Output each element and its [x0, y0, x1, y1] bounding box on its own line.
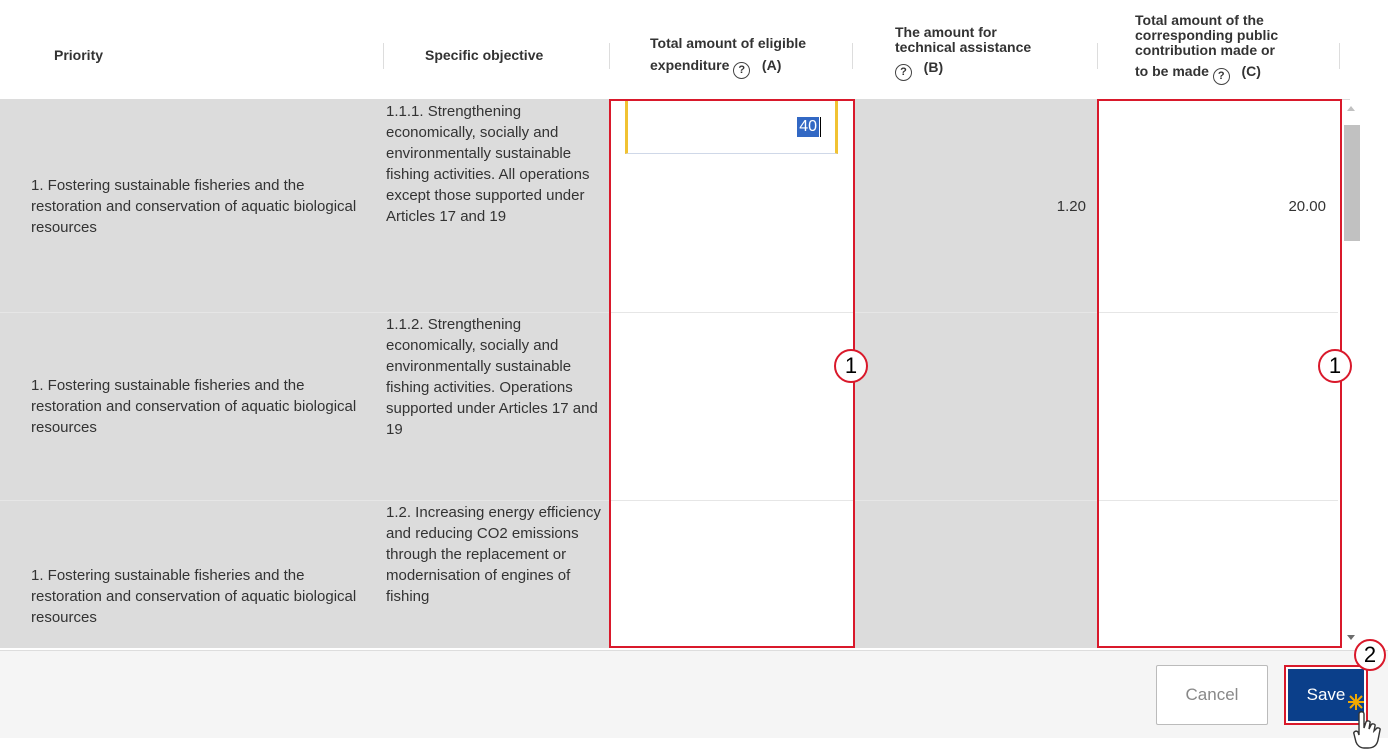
eligible-expenditure-cell[interactable] [610, 501, 853, 648]
column-separator [383, 43, 384, 69]
help-icon[interactable]: ? [733, 61, 751, 79]
help-icon[interactable]: ? [1212, 68, 1230, 85]
column-separator [852, 43, 853, 69]
table-header: Priority Specific objective Total amount… [0, 10, 1350, 100]
priority-cell: 1. Fostering sustainable fisheries and t… [0, 100, 379, 312]
callout-marker: 1 [834, 349, 868, 383]
column-separator [1339, 43, 1340, 69]
priority-cell: 1. Fostering sustainable fisheries and t… [0, 501, 379, 648]
eligible-expenditure-input[interactable]: 40 [625, 100, 838, 154]
cancel-button[interactable]: Cancel [1156, 665, 1268, 725]
eligible-expenditure-cell[interactable] [610, 313, 853, 500]
scroll-up-arrow-icon[interactable] [1347, 106, 1355, 111]
table-body: 1. Fostering sustainable fisheries and t… [0, 100, 1338, 648]
header-eligible-expenditure: Total amount of eligible expenditure ? (… [650, 10, 850, 100]
priority-cell: 1. Fostering sustainable fisheries and t… [0, 313, 379, 500]
table-row: 1. Fostering sustainable fisheries and t… [0, 501, 1338, 648]
text-caret [820, 116, 821, 137]
hand-cursor-icon [1348, 694, 1381, 749]
public-contribution-cell[interactable] [1098, 313, 1338, 500]
public-contribution-cell[interactable]: 20.00 [1098, 100, 1338, 312]
table-row: 1. Fostering sustainable fisheries and t… [0, 313, 1338, 501]
header-public-contribution: Total amount of the corresponding public… [1135, 10, 1335, 100]
callout-marker: 1 [1318, 349, 1352, 383]
specific-objective-cell: 1.1.1. Strengthening economically, socia… [379, 100, 610, 312]
technical-assistance-cell: 1.20 [853, 100, 1098, 312]
scroll-down-arrow-icon[interactable] [1347, 635, 1355, 640]
header-priority: Priority [54, 46, 104, 63]
callout-marker: 2 [1354, 639, 1386, 671]
header-technical-assistance: The amount for technical assistance ? (B… [895, 10, 1095, 100]
selected-value: 40 [797, 116, 819, 137]
technical-assistance-cell [853, 501, 1098, 648]
column-separator [609, 43, 610, 69]
specific-objective-cell: 1.1.2. Strengthening economically, socia… [379, 313, 610, 500]
specific-objective-cell: 1.2. Increasing energy efficiency and re… [379, 501, 610, 648]
dialog-footer: Cancel Save [0, 650, 1388, 738]
scrollbar-thumb[interactable] [1344, 125, 1360, 241]
header-specific-objective: Specific objective [425, 46, 544, 63]
technical-assistance-cell [853, 313, 1098, 500]
column-separator [1097, 43, 1098, 69]
help-icon[interactable]: ? [895, 64, 912, 81]
public-contribution-cell[interactable] [1098, 501, 1338, 648]
